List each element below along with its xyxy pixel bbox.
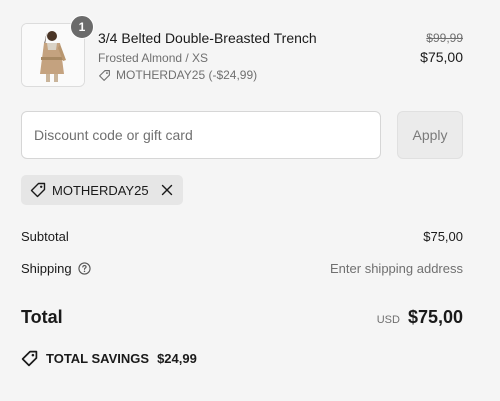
shipping-help-button[interactable]	[77, 262, 91, 275]
product-name: 3/4 Belted Double-Breasted Trench	[98, 30, 317, 46]
applied-discount-chip: MOTHERDAY25	[21, 175, 183, 205]
discount-code-input[interactable]	[21, 111, 381, 159]
currency-code: USD	[376, 313, 400, 326]
subtotal-value: $75,00	[423, 229, 463, 244]
shipping-label: Shipping	[21, 261, 72, 276]
applied-discount-code: MOTHERDAY25	[52, 182, 149, 198]
question-circle-icon[interactable]	[77, 262, 91, 275]
close-icon[interactable]	[161, 184, 173, 196]
total-savings-label: TOTAL SAVINGS	[46, 351, 150, 366]
subtotal-label: Subtotal	[21, 229, 69, 244]
product-discount-label: MOTHERDAY25 (-$24,99)	[116, 68, 258, 82]
total-label: Total	[21, 306, 63, 327]
quantity-badge: 1	[70, 15, 94, 39]
product-discount: MOTHERDAY25 (-$24,99)	[98, 68, 257, 82]
total-savings-value: $24,99	[157, 351, 197, 366]
total-value: $75,00	[407, 306, 463, 327]
current-price: $75,00	[420, 49, 463, 65]
tag-icon	[21, 350, 38, 367]
shipping-row: Shipping Enter shipping address	[21, 261, 463, 276]
line-item: 1 3/4 Belted Double-Breasted Trench Fros…	[21, 15, 463, 87]
remove-discount-button[interactable]	[161, 184, 173, 196]
total-savings: TOTAL SAVINGS $24,99	[21, 350, 197, 367]
original-price: $99,99	[426, 31, 463, 45]
tag-icon	[99, 69, 110, 81]
subtotal-row: Subtotal $75,00	[21, 229, 463, 244]
tag-icon	[30, 182, 46, 198]
shipping-value: Enter shipping address	[330, 261, 463, 276]
total-row: Total USD $75,00	[21, 304, 463, 330]
product-variant: Frosted Almond / XS	[98, 51, 209, 65]
apply-button[interactable]: Apply	[397, 111, 463, 159]
